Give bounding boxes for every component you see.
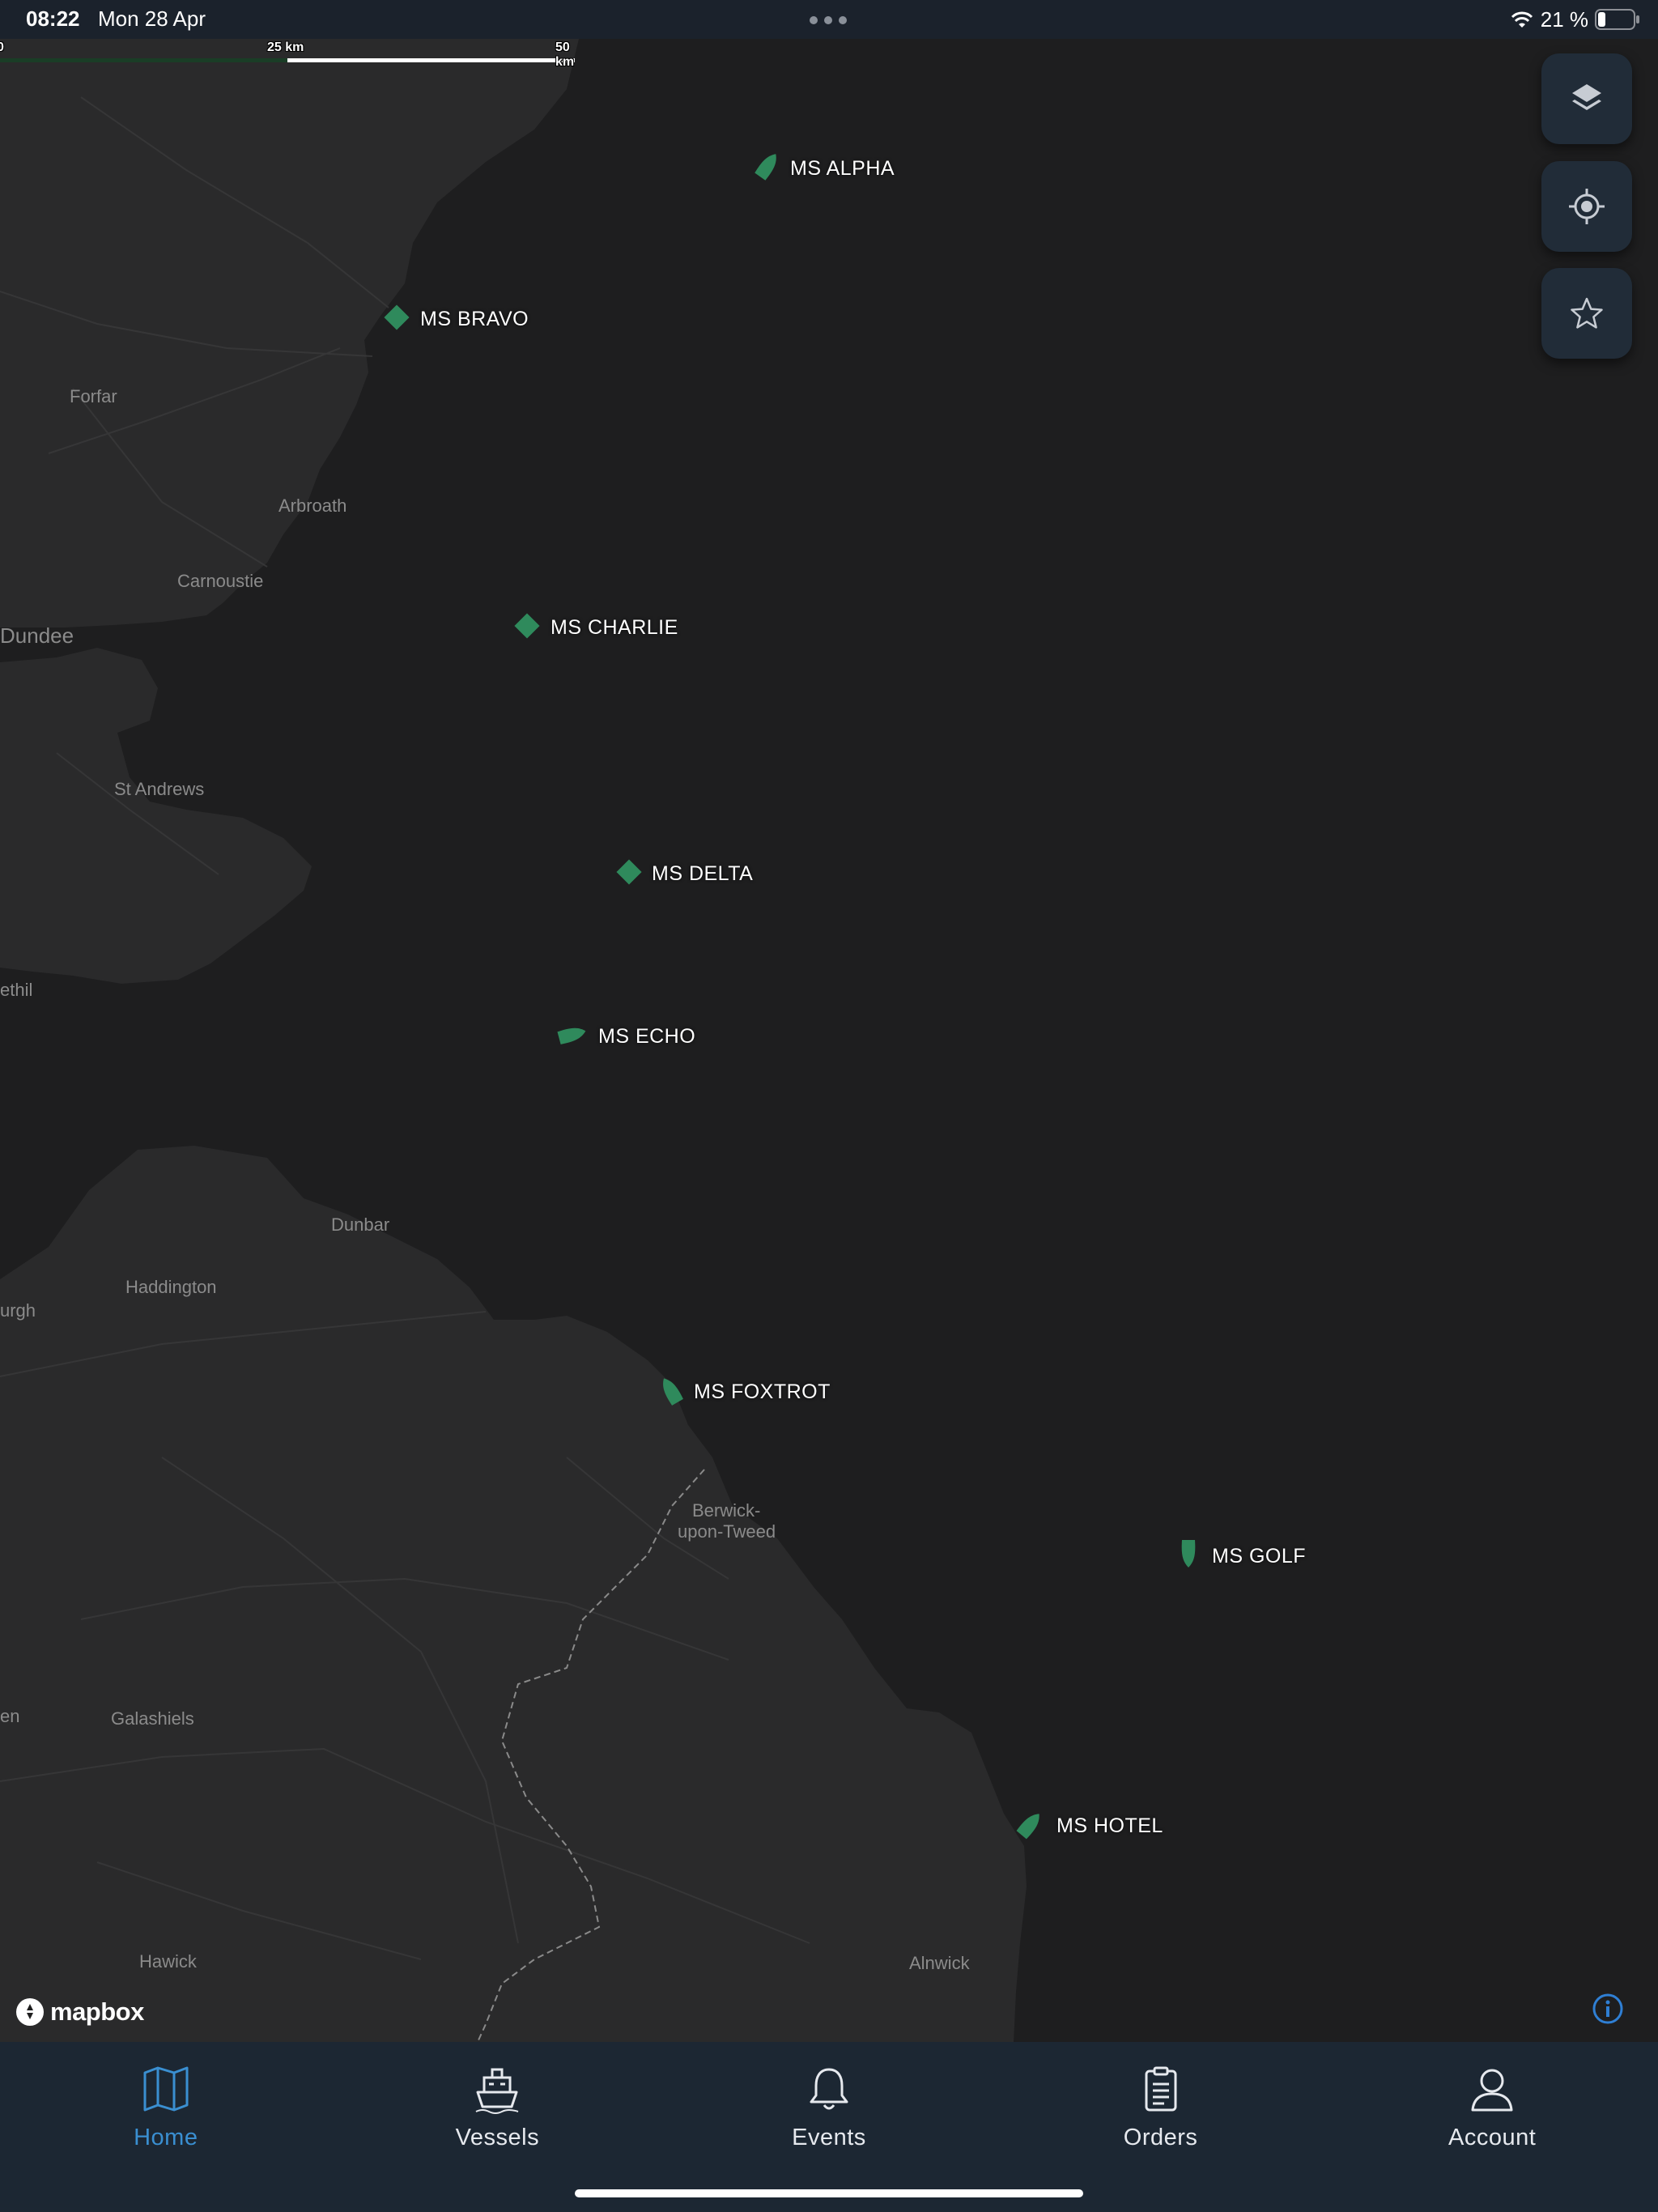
tab-orders-label: Orders [1123,2125,1198,2150]
scale-segment-2 [287,58,575,62]
place-label: Berwick- [692,1500,761,1521]
scale-label-25: 25 km [267,40,304,54]
map-icon [143,2066,189,2112]
tab-account-label: Account [1448,2125,1537,2150]
vessel-underway-icon[interactable] [1014,1809,1046,1841]
place-label: Dundee [0,623,74,648]
vessel-label[interactable]: MS ECHO [598,1025,695,1049]
favorites-button[interactable] [1541,268,1632,359]
tab-events[interactable]: Events [663,2042,995,2163]
locate-icon [1569,189,1605,224]
scale-label-0: 0 [0,40,4,54]
mapbox-logo-icon [16,1998,44,2026]
star-icon [1571,297,1603,329]
vessel-underway-icon[interactable] [555,1019,588,1051]
place-label: Haddington [125,1277,217,1297]
ship-icon [475,2068,519,2114]
vessel-underway-icon[interactable] [751,150,784,182]
tab-bar: Home Vessels Events Orders Account [0,2042,1658,2212]
home-indicator [575,2189,1083,2197]
place-label: Arbroath [278,496,347,516]
status-bar: 08:22 Mon 28 Apr 21 % [0,0,1658,39]
bell-icon [810,2068,848,2110]
place-label: Carnoustie [177,571,264,591]
tab-home-label: Home [134,2125,198,2150]
scale-bar: 0 25 km 50 km [0,39,583,69]
tab-orders[interactable]: Orders [995,2042,1327,2163]
status-date: Mon 28 Apr [98,6,206,31]
place-label: urgh [0,1300,36,1321]
tab-events-label: Events [792,2125,866,2150]
place-label: en [0,1706,20,1726]
vessel-label[interactable]: MS BRAVO [420,308,529,331]
layers-icon [1572,84,1601,110]
place-label: upon-Tweed [678,1521,776,1542]
status-time: 08:22 [26,6,80,31]
vessel-stationary-icon[interactable] [613,856,645,888]
vessel-label[interactable]: MS GOLF [1212,1545,1306,1568]
place-label: St Andrews [114,779,205,799]
map-view[interactable] [0,0,1658,2042]
vessel-label[interactable]: MS FOXTROT [694,1380,831,1404]
scale-segment-1 [0,58,287,62]
scale-label-50: 50 km [555,40,575,69]
tab-vessels[interactable]: Vessels [332,2042,664,2163]
place-label: Dunbar [331,1214,390,1235]
vessel-underway-icon[interactable] [1172,1537,1205,1569]
info-icon[interactable] [1592,1993,1624,2025]
user-icon [1471,2069,1513,2112]
locate-button[interactable] [1541,161,1632,252]
mapbox-wordmark: mapbox [50,1997,144,2026]
vessel-label[interactable]: MS CHARLIE [551,616,678,640]
mapbox-logo[interactable]: mapbox [15,1997,144,2027]
vessel-label[interactable]: MS HOTEL [1056,1814,1163,1838]
place-label: ethil [0,980,33,1000]
vessel-stationary-icon[interactable] [511,610,543,642]
wifi-icon [1511,11,1533,28]
vessel-label[interactable]: MS ALPHA [790,157,895,181]
place-label: Alnwick [909,1953,970,1973]
vessel-underway-icon[interactable] [655,1375,687,1407]
battery-percent: 21 % [1540,6,1588,32]
layers-button[interactable] [1541,53,1632,144]
clipboard-icon [1145,2066,1177,2112]
multitask-dots-icon[interactable] [810,16,847,24]
place-label: Galashiels [111,1708,194,1729]
tab-home[interactable]: Home [0,2042,332,2163]
place-label: Forfar [70,386,117,406]
tab-account[interactable]: Account [1326,2042,1658,2163]
vessel-stationary-icon[interactable] [380,301,413,334]
battery-icon [1595,9,1639,30]
vessel-label[interactable]: MS DELTA [652,862,753,886]
tab-vessels-label: Vessels [455,2125,540,2150]
place-label: Hawick [139,1951,197,1972]
